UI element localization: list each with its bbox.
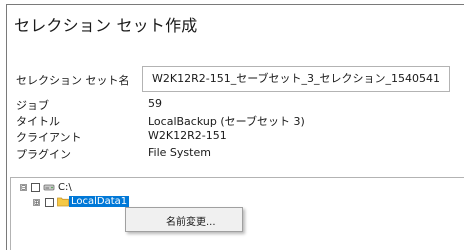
collapse-icon[interactable]: ⊟ <box>20 184 27 192</box>
selection-set-name-field[interactable]: W2K12R2-151_セーブセット_3_セレクション_1540541 <box>142 66 450 92</box>
dialog-title: セレクション セット作成 <box>14 16 198 35</box>
job-value: 59 <box>148 97 162 110</box>
dialog-page: セレクション セット作成 セレクション セット名 W2K12R2-151_セーブ… <box>0 0 464 250</box>
localdata-checkbox[interactable] <box>45 198 54 207</box>
tree-node-drive-label[interactable]: C:\ <box>58 182 72 193</box>
context-menu: 名前変更... <box>125 207 243 232</box>
root-checkbox[interactable] <box>31 183 40 192</box>
tree-node-localdata-label[interactable]: LocalData1 <box>69 196 130 207</box>
title-value: LocalBackup (セーブセット 3) <box>148 115 305 128</box>
folder-icon <box>57 197 69 207</box>
client-value: W2K12R2-151 <box>148 129 227 142</box>
title-label: タイトル <box>16 115 60 128</box>
expand-icon[interactable]: ⊞ <box>33 199 40 207</box>
plugin-label: プラグイン <box>16 148 71 161</box>
plugin-value: File System <box>148 146 211 159</box>
rename-menu-item[interactable]: 名前変更... <box>166 213 216 228</box>
job-label: ジョブ <box>16 99 49 112</box>
selection-set-name-label: セレクション セット名 <box>16 74 130 87</box>
drive-icon <box>43 184 55 191</box>
client-label: クライアント <box>16 131 82 144</box>
